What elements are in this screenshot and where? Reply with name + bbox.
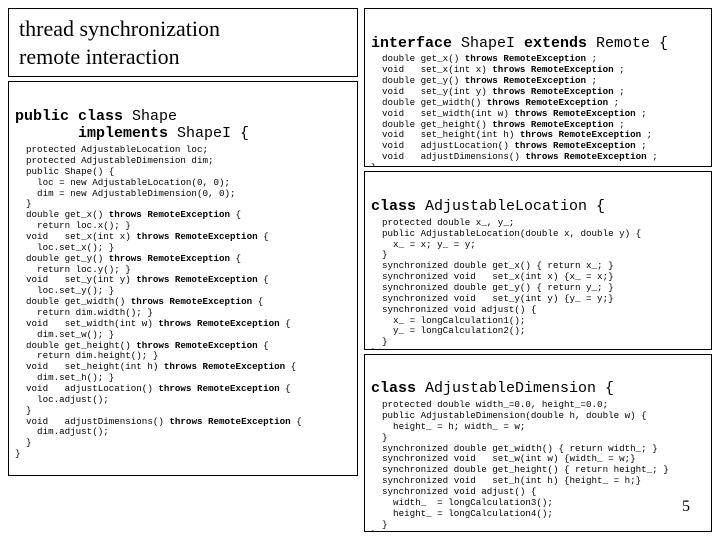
adjustable-location-code: class AdjustableLocation { protected dou… xyxy=(364,171,712,349)
adjustable-dimension-code: class AdjustableDimension { protected do… xyxy=(364,354,712,532)
left-column: thread synchronization remote interactio… xyxy=(8,8,358,532)
shapei-header: interface ShapeI extends Remote { xyxy=(371,35,705,53)
slide-title: thread synchronization remote interactio… xyxy=(8,8,358,77)
shapei-interface-code: interface ShapeI extends Remote { double… xyxy=(364,8,712,167)
title-line-1: thread synchronization xyxy=(19,16,220,41)
shape-class-header: public class Shape implements ShapeI { xyxy=(15,108,351,143)
adjustable-location-header: class AdjustableLocation { xyxy=(371,198,705,216)
right-column: interface ShapeI extends Remote { double… xyxy=(364,8,712,532)
adjustable-dimension-header: class AdjustableDimension { xyxy=(371,380,705,398)
shape-class-code: public class Shape implements ShapeI { p… xyxy=(8,81,358,476)
slide-number: 5 xyxy=(682,498,690,516)
title-line-2: remote interaction xyxy=(19,44,180,69)
